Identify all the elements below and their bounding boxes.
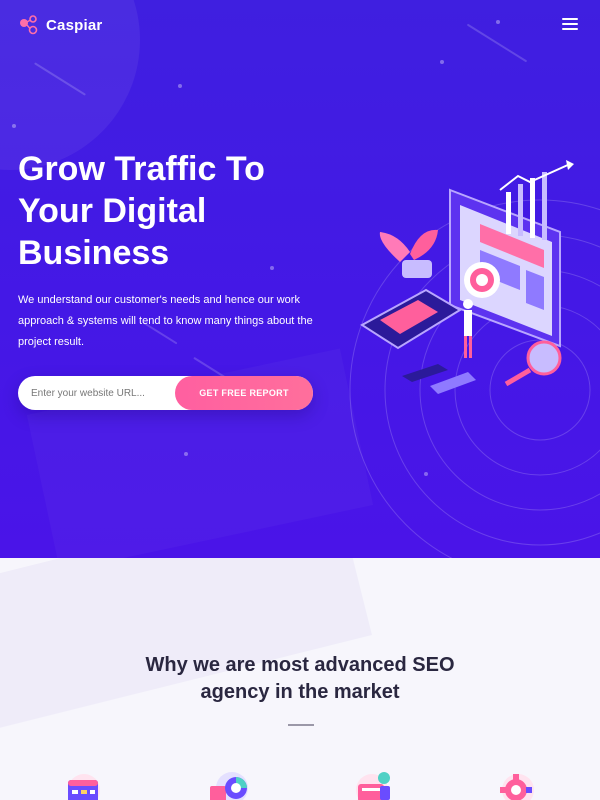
gear-settings-icon: [500, 774, 534, 800]
decor-star: [496, 20, 500, 24]
features-section: Why we are most advanced SEO agency in t…: [0, 558, 600, 800]
decor-star: [440, 60, 444, 64]
report-form: GET FREE REPORT: [18, 376, 313, 410]
heading-divider: [288, 724, 314, 726]
decor-star: [178, 84, 182, 88]
brand-name: Caspiar: [46, 16, 103, 34]
features-heading: Why we are most advanced SEO agency in t…: [145, 654, 455, 703]
seo-illustration: [349, 160, 600, 558]
decor-star: [12, 124, 16, 128]
website-url-input[interactable]: [18, 376, 178, 410]
hero-subtitle: We understand our customer's needs and h…: [18, 294, 313, 348]
seo-device-icon: [356, 772, 390, 800]
browser-grid-icon: [68, 774, 100, 800]
hamburger-menu-icon[interactable]: [562, 18, 578, 30]
get-free-report-button[interactable]: GET FREE REPORT: [175, 376, 313, 410]
hero-title: Grow Traffic To Your Digital Business: [18, 150, 265, 272]
analytics-chart-icon: [210, 772, 248, 800]
brand-logo-icon: [20, 15, 38, 35]
section-decor-band: [0, 558, 372, 737]
brand-logo[interactable]: Caspiar: [18, 14, 102, 36]
hero-section: Caspiar Grow Traffic To Your Digital Bus…: [0, 0, 600, 558]
decor-streak: [466, 23, 528, 63]
decor-star: [184, 452, 188, 456]
